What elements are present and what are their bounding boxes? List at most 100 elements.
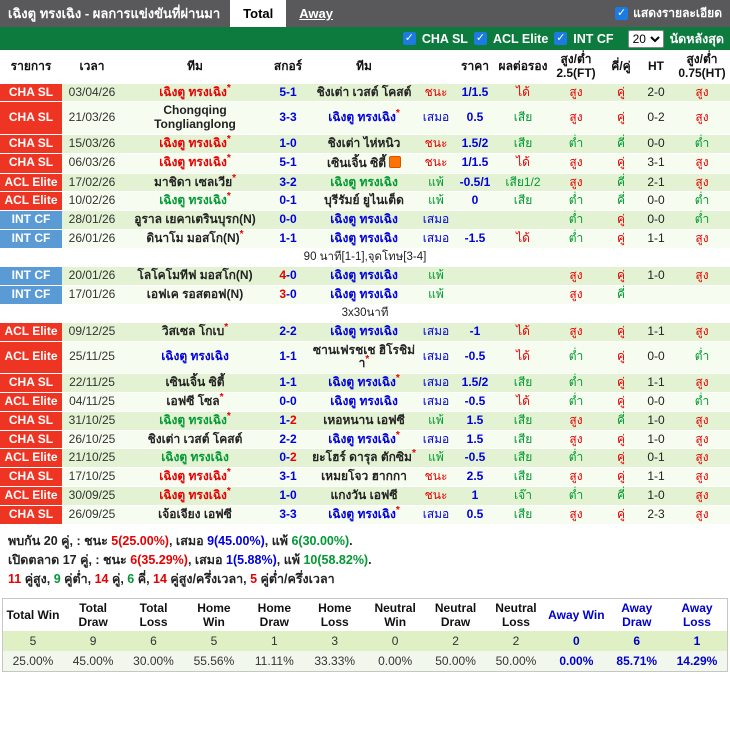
team-name-link[interactable]: เฉิงตู ทรงเฉิง — [159, 85, 227, 99]
team-name-link[interactable]: ดินาโม มอสโก(N) — [146, 231, 239, 245]
team-name-link[interactable]: เอฟเค รอสตอฟ(N) — [147, 287, 243, 301]
team-name-link[interactable]: ชิงเต่า เวสต์ โคสต์ — [148, 432, 243, 446]
handicap-result-cell: เสีย — [498, 448, 548, 469]
team-name-link[interactable]: เฉิงตู ทรงเฉิง — [159, 193, 227, 207]
team-name-link[interactable]: เอฟซี โซล — [166, 394, 219, 408]
team-name-link[interactable]: เฉิงตู ทรงเฉิง — [159, 469, 227, 483]
int-cf-checkbox[interactable]: ✓ — [554, 32, 568, 45]
team-name-link[interactable]: เฉิงตู ทรงเฉิง — [330, 268, 398, 282]
over-under-ht-cell: สูง — [674, 373, 730, 393]
team-name-link[interactable]: อูราล เยคาเตรินบุรก(N) — [134, 212, 256, 226]
team-name-link[interactable]: เฉิงตู ทรงเฉิง — [330, 324, 398, 338]
team-name-link[interactable]: ซานเฟรชเช ฮิโรชิม่า — [313, 343, 415, 371]
handicap-result-cell: เสีย — [498, 101, 548, 135]
league-badge: CHA SL — [0, 411, 62, 431]
tab-total[interactable]: Total — [230, 0, 287, 27]
summary-segment: 10(58.82%) — [303, 552, 369, 567]
team-name-link[interactable]: ชิงเต่า ไห่หนิว — [328, 136, 401, 150]
team-name-link[interactable]: มาชิดา เซลเวีย — [154, 175, 232, 189]
home-goals: 1 — [279, 349, 286, 364]
team-name-link[interactable]: เฉิงตู ทรงเฉิง — [159, 488, 227, 502]
column-header: ทีม — [308, 50, 420, 84]
result-cell: เสมอ — [420, 505, 452, 525]
team-name-link[interactable]: เซินเจิ้น ซิตี้ — [327, 156, 386, 170]
stats-percent: 0.00% — [546, 651, 607, 672]
odd-even-cell: คู่ — [604, 373, 638, 393]
over-under-ft-cell: ต่ำ — [548, 210, 604, 230]
handicap-odds-cell: -1.5 — [452, 229, 498, 249]
team-name-link[interactable]: บุรีรัมย์ ยูไนเต็ด — [324, 193, 404, 207]
team-name-link[interactable]: Chongqing Tonglianglong — [154, 103, 236, 131]
away-goals: 1 — [290, 84, 297, 99]
team-name-link[interactable]: เฉิงตู ทรงเฉิง — [328, 432, 396, 446]
team-name-link[interactable]: เฉิงตู ทรงเฉิง — [330, 212, 398, 226]
team-name-link[interactable]: เฉิงตู ทรงเฉิง — [330, 231, 398, 245]
team-name-link[interactable]: เซินเจิ้น ซิตี้ — [165, 375, 224, 389]
show-details-checkbox[interactable]: ✓ — [615, 7, 629, 20]
team-name-link[interactable]: โลโคโมทีฟ มอสโก(N) — [137, 268, 252, 282]
stats-header: Neutral Draw — [425, 598, 486, 632]
home-star-icon: * — [365, 354, 370, 366]
home-team-cell: มาชิดา เซลเวีย* — [122, 173, 268, 193]
handicap-odds-cell: 1.5/2 — [452, 373, 498, 393]
team-name-link[interactable]: เฉิงตู ทรงเฉิง — [161, 349, 229, 364]
summary-segment: คู่ต่ำ, — [60, 572, 95, 587]
summary-segment: 5 — [250, 572, 258, 587]
results-table: รายการ เวลา ทีม สกอร์ ทีม ราคา ผลต่อรอง สูง/ต่ำ… — [0, 50, 730, 525]
stats-header: Away Win — [546, 598, 607, 632]
team-name-link[interactable]: เฉิงตู ทรงเฉิง — [161, 450, 229, 464]
league-filter-bar: ✓ CHA SL ✓ ACL Elite ✓ INT CF 20 นัดหลัง… — [0, 27, 730, 50]
team-name-link[interactable]: เฉิงตู ทรงเฉิง — [159, 413, 227, 427]
team-name-link[interactable]: แกงวัน เอฟซี — [330, 488, 397, 502]
team-name-link[interactable]: เฉิงตู ทรงเฉิง — [330, 287, 398, 301]
date-cell: 09/12/25 — [62, 322, 122, 342]
over-under-ht-cell: สูง — [674, 430, 730, 450]
date-cell: 26/01/26 — [62, 229, 122, 249]
stats-value: 9 — [62, 631, 124, 652]
home-star-icon: * — [395, 504, 400, 516]
summary-segment: , แพ้ — [264, 533, 292, 548]
match-row: ACL Elite 17/02/26 มาชิดา เซลเวีย* 3-2 เฉิงต… — [0, 173, 730, 193]
league-badge: ACL Elite — [0, 191, 62, 212]
over-under-ht-cell: ต่ำ — [674, 392, 730, 412]
stats-header: Home Win — [183, 598, 245, 632]
away-team-cell: เฉิงตู ทรงเฉิง — [308, 266, 420, 286]
team-name-link[interactable]: เจ้อเจียง เอฟซี — [158, 507, 232, 521]
tab-away[interactable]: Away — [286, 0, 346, 27]
stats-header: Away Loss — [666, 598, 728, 632]
team-name-link[interactable]: เฉิงตู ทรงเฉิง — [159, 136, 227, 150]
summary-segment: คู่สูง/ครึ่งเวลา, — [166, 572, 251, 587]
team-name-link[interactable]: ชิงเต่า เวสต์ โคสต์ — [317, 85, 412, 99]
handicap-result-cell: เสีย — [498, 505, 548, 525]
column-header: เวลา — [62, 50, 122, 84]
team-name-link[interactable]: เฉิงตู ทรงเฉิง — [330, 394, 398, 408]
score-cell: 1-0 — [268, 134, 308, 154]
team-name-link[interactable]: เฉิงตู ทรงเฉิง — [328, 110, 396, 124]
team-name-link[interactable]: วิสเซล โกเบ — [162, 324, 224, 338]
team-status-icon — [389, 155, 402, 168]
team-name-link[interactable]: เฉิงตู ทรงเฉิง — [159, 155, 227, 169]
summary-segment: , เสมอ — [168, 533, 208, 548]
team-name-link[interactable]: ยะโฮร์ ดารุล ตักซิม — [312, 450, 412, 464]
team-name-link[interactable]: เฉิงตู ทรงเฉิง — [330, 175, 398, 189]
home-goals: 1 — [279, 375, 286, 390]
team-name-link[interactable]: เฉิงตู ทรงเฉิง — [328, 507, 396, 521]
home-star-icon: * — [395, 108, 400, 120]
date-cell: 17/10/25 — [62, 467, 122, 487]
handicap-odds-cell: -0.5 — [452, 392, 498, 412]
match-count-select[interactable]: 20 — [627, 29, 664, 48]
stats-percent: 11.11% — [244, 651, 305, 672]
team-name-link[interactable]: เหอหนาน เอฟซี — [323, 413, 405, 427]
away-goals: 0 — [290, 212, 297, 227]
home-goals: 2 — [279, 323, 286, 338]
acl-elite-checkbox[interactable]: ✓ — [473, 32, 487, 45]
over-under-ft-cell: ต่ำ — [548, 191, 604, 212]
away-team-cell: ชิงเต่า ไห่หนิว — [308, 134, 420, 154]
home-goals: 1 — [279, 135, 286, 150]
handicap-odds-cell: 2.5 — [452, 467, 498, 487]
team-name-link[interactable]: เฉิงตู ทรงเฉิง — [328, 375, 396, 389]
home-star-icon: * — [226, 467, 231, 479]
summary-line: พบกัน 20 คู่, : ชนะ 5(25.00%), เสมอ 9(45… — [8, 532, 730, 551]
team-name-link[interactable]: เหมยโจว ฮากกา — [321, 469, 407, 483]
cha-sl-checkbox[interactable]: ✓ — [402, 32, 416, 45]
